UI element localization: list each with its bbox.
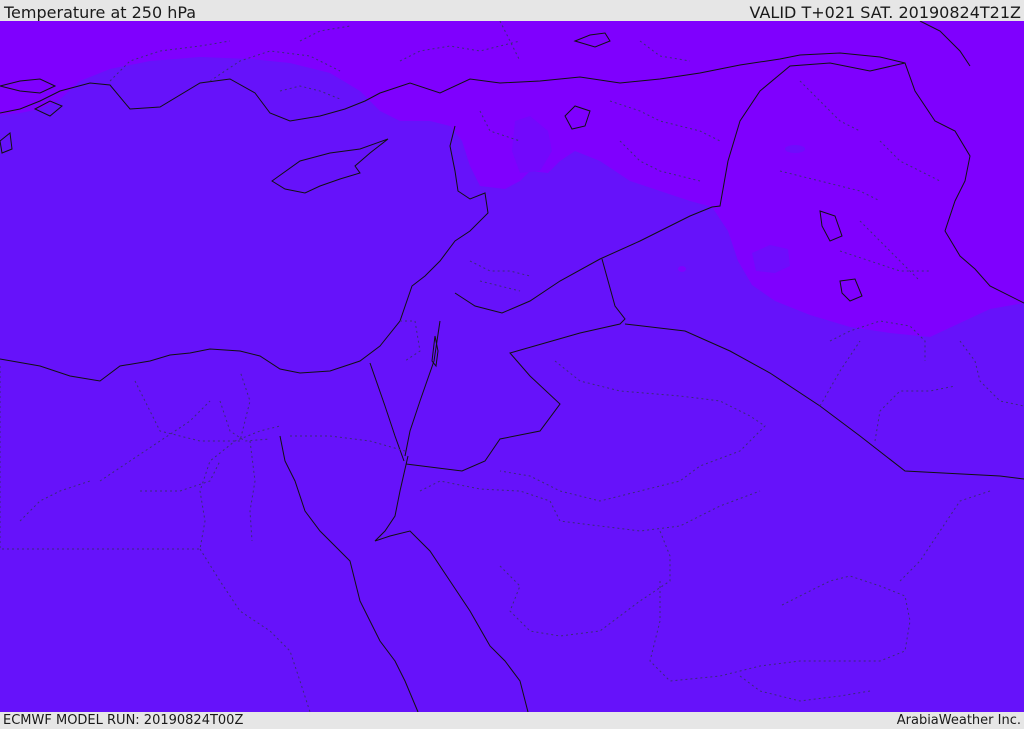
temperature-field-spot	[678, 266, 686, 272]
weather-map-frame: Temperature at 250 hPa VALID T+021 SAT. …	[0, 0, 1024, 729]
temperature-field-spot-2	[785, 145, 805, 153]
header-bar: Temperature at 250 hPa VALID T+021 SAT. …	[0, 0, 1024, 22]
model-run-label: ECMWF MODEL RUN: 20190824T00Z	[3, 713, 244, 728]
credit-label: ArabiaWeather Inc.	[896, 713, 1021, 728]
map-title: Temperature at 250 hPa	[4, 3, 197, 22]
footer-bar: ECMWF MODEL RUN: 20190824T00Z ArabiaWeat…	[0, 712, 1024, 729]
map-canvas	[0, 21, 1024, 712]
temperature-map	[0, 21, 1024, 712]
valid-time-label: VALID T+021 SAT. 20190824T21Z	[749, 3, 1021, 22]
